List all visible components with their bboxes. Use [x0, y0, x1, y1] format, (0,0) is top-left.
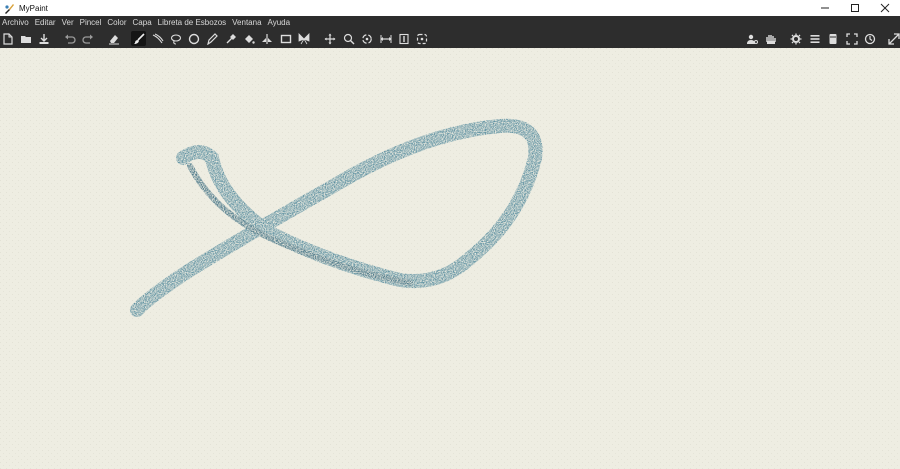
flip-icon[interactable] — [378, 31, 393, 46]
menu-pincel[interactable]: Pincel — [80, 16, 102, 29]
window-title: MyPaint — [19, 3, 48, 13]
undo-icon[interactable] — [62, 31, 77, 46]
brush-icon[interactable] — [131, 31, 146, 46]
reset-view-icon[interactable] — [414, 31, 429, 46]
menu-ayuda[interactable]: Ayuda — [268, 16, 291, 29]
fill-icon[interactable] — [241, 31, 256, 46]
new-icon[interactable] — [0, 31, 15, 46]
title-bar: MyPaint — [0, 0, 900, 16]
eraser-icon[interactable] — [106, 31, 121, 46]
rotate-icon[interactable] — [359, 31, 374, 46]
menu-ventana[interactable]: Ventana — [232, 16, 261, 29]
pan-icon[interactable] — [322, 31, 337, 46]
menu-libreta-de-esbozos[interactable]: Libreta de Esbozos — [158, 16, 227, 29]
butterfly-icon[interactable] — [296, 31, 311, 46]
mirror-icon[interactable] — [396, 31, 411, 46]
open-icon[interactable] — [18, 31, 33, 46]
expand-icon[interactable] — [886, 31, 900, 46]
menu-capa[interactable]: Capa — [133, 16, 152, 29]
symmetry-icon[interactable] — [259, 31, 274, 46]
drawing-canvas[interactable] — [0, 48, 900, 469]
layers-props-icon[interactable] — [744, 31, 759, 46]
ellipse-icon[interactable] — [186, 31, 201, 46]
menu-editar[interactable]: Editar — [35, 16, 56, 29]
inking-icon[interactable] — [150, 31, 165, 46]
lasso-icon[interactable] — [168, 31, 183, 46]
zoom-icon[interactable] — [341, 31, 356, 46]
pen-icon[interactable] — [204, 31, 219, 46]
minimize-button[interactable] — [810, 0, 840, 16]
redo-icon[interactable] — [80, 31, 95, 46]
menu-archivo[interactable]: Archivo — [2, 16, 29, 29]
hand-icon[interactable] — [763, 31, 778, 46]
frame-icon[interactable] — [278, 31, 293, 46]
save-icon[interactable] — [36, 31, 51, 46]
menu-color[interactable]: Color — [107, 16, 126, 29]
layers-icon[interactable] — [825, 31, 840, 46]
close-button[interactable] — [870, 0, 900, 16]
history-icon[interactable] — [862, 31, 877, 46]
mypaint-logo-icon — [3, 2, 15, 14]
menu-bar: Archivo Editar Ver Pincel Color Capa Lib… — [0, 16, 900, 29]
settings-icon[interactable] — [788, 31, 803, 46]
paint-stroke — [0, 48, 900, 469]
menu-ver[interactable]: Ver — [62, 16, 74, 29]
main-toolbar — [0, 29, 900, 48]
fullscreen-icon[interactable] — [844, 31, 859, 46]
maximize-button[interactable] — [840, 0, 870, 16]
menu-icon[interactable] — [807, 31, 822, 46]
color-picker-icon[interactable] — [223, 31, 238, 46]
